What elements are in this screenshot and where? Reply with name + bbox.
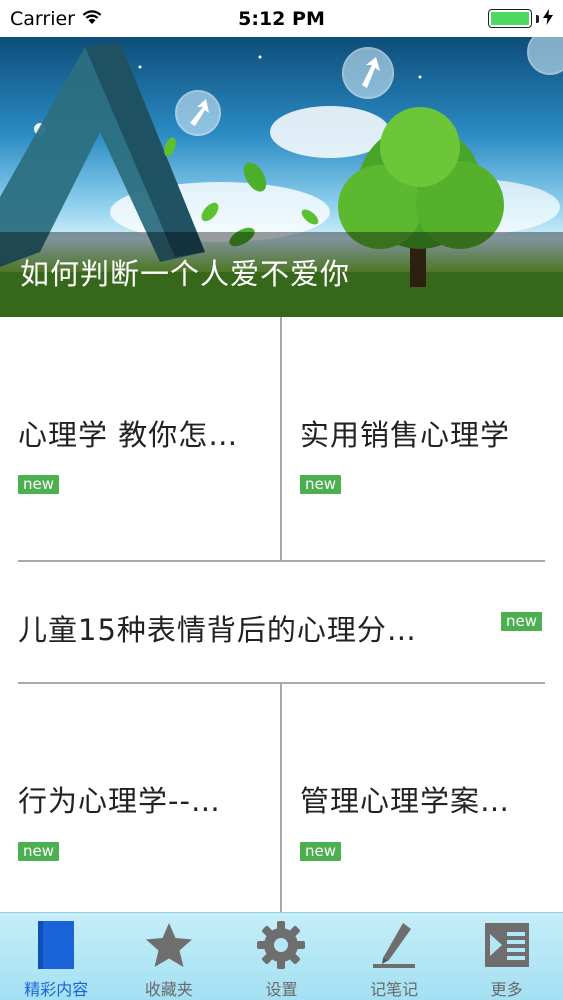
tab-label: 收藏夹 [144,980,193,999]
new-badge: new [501,612,543,631]
battery-tip [536,14,539,23]
new-badge: new [300,475,342,494]
divider-vertical-row1 [280,317,282,561]
status-left: Carrier [10,8,103,30]
article-title: 实用销售心理学 [300,418,511,452]
star-icon [143,919,195,971]
tab-label: 更多 [490,980,523,999]
article-title: 心理学 教你怎… [18,418,239,452]
wifi-icon [81,8,103,30]
tab-featured[interactable]: 精彩内容 [0,913,113,1000]
tab-favorites[interactable]: 收藏夹 [113,913,226,1000]
divider-vertical-row3 [280,684,282,912]
more-list-icon [481,919,533,971]
charging-bolt-icon [543,8,553,29]
new-badge: new [18,475,60,494]
divider-horizontal-1 [18,560,545,562]
tab-label: 精彩内容 [24,980,89,999]
tab-label: 设置 [265,980,298,999]
featured-banner[interactable]: 如何判断一个人爱不爱你 [0,37,563,317]
banner-caption: 如何判断一个人爱不爱你 [20,257,351,291]
article-title: 管理心理学案… [300,784,511,818]
new-badge: new [18,842,60,861]
tab-bar: 精彩内容 收藏夹 设置 记笔记 更多 [0,912,563,1000]
app-screen: Carrier 5:12 PM 如何判断一个人爱不爱你 心理学 教你怎… new… [0,0,563,1000]
status-bar: Carrier 5:12 PM [0,0,563,37]
article-title: 行为心理学--… [18,784,221,818]
battery-icon [488,9,532,28]
tab-settings[interactable]: 设置 [225,913,338,1000]
new-badge: new [300,842,342,861]
pen-icon [368,919,420,971]
carrier-label: Carrier [10,7,75,30]
tab-label: 记笔记 [370,980,419,999]
document-icon [30,919,82,971]
gear-icon [255,919,307,971]
article-title: 儿童15种表情背后的心理分… [18,613,417,647]
tab-notes[interactable]: 记笔记 [338,913,451,1000]
tab-more[interactable]: 更多 [450,913,563,1000]
status-right [488,8,553,29]
